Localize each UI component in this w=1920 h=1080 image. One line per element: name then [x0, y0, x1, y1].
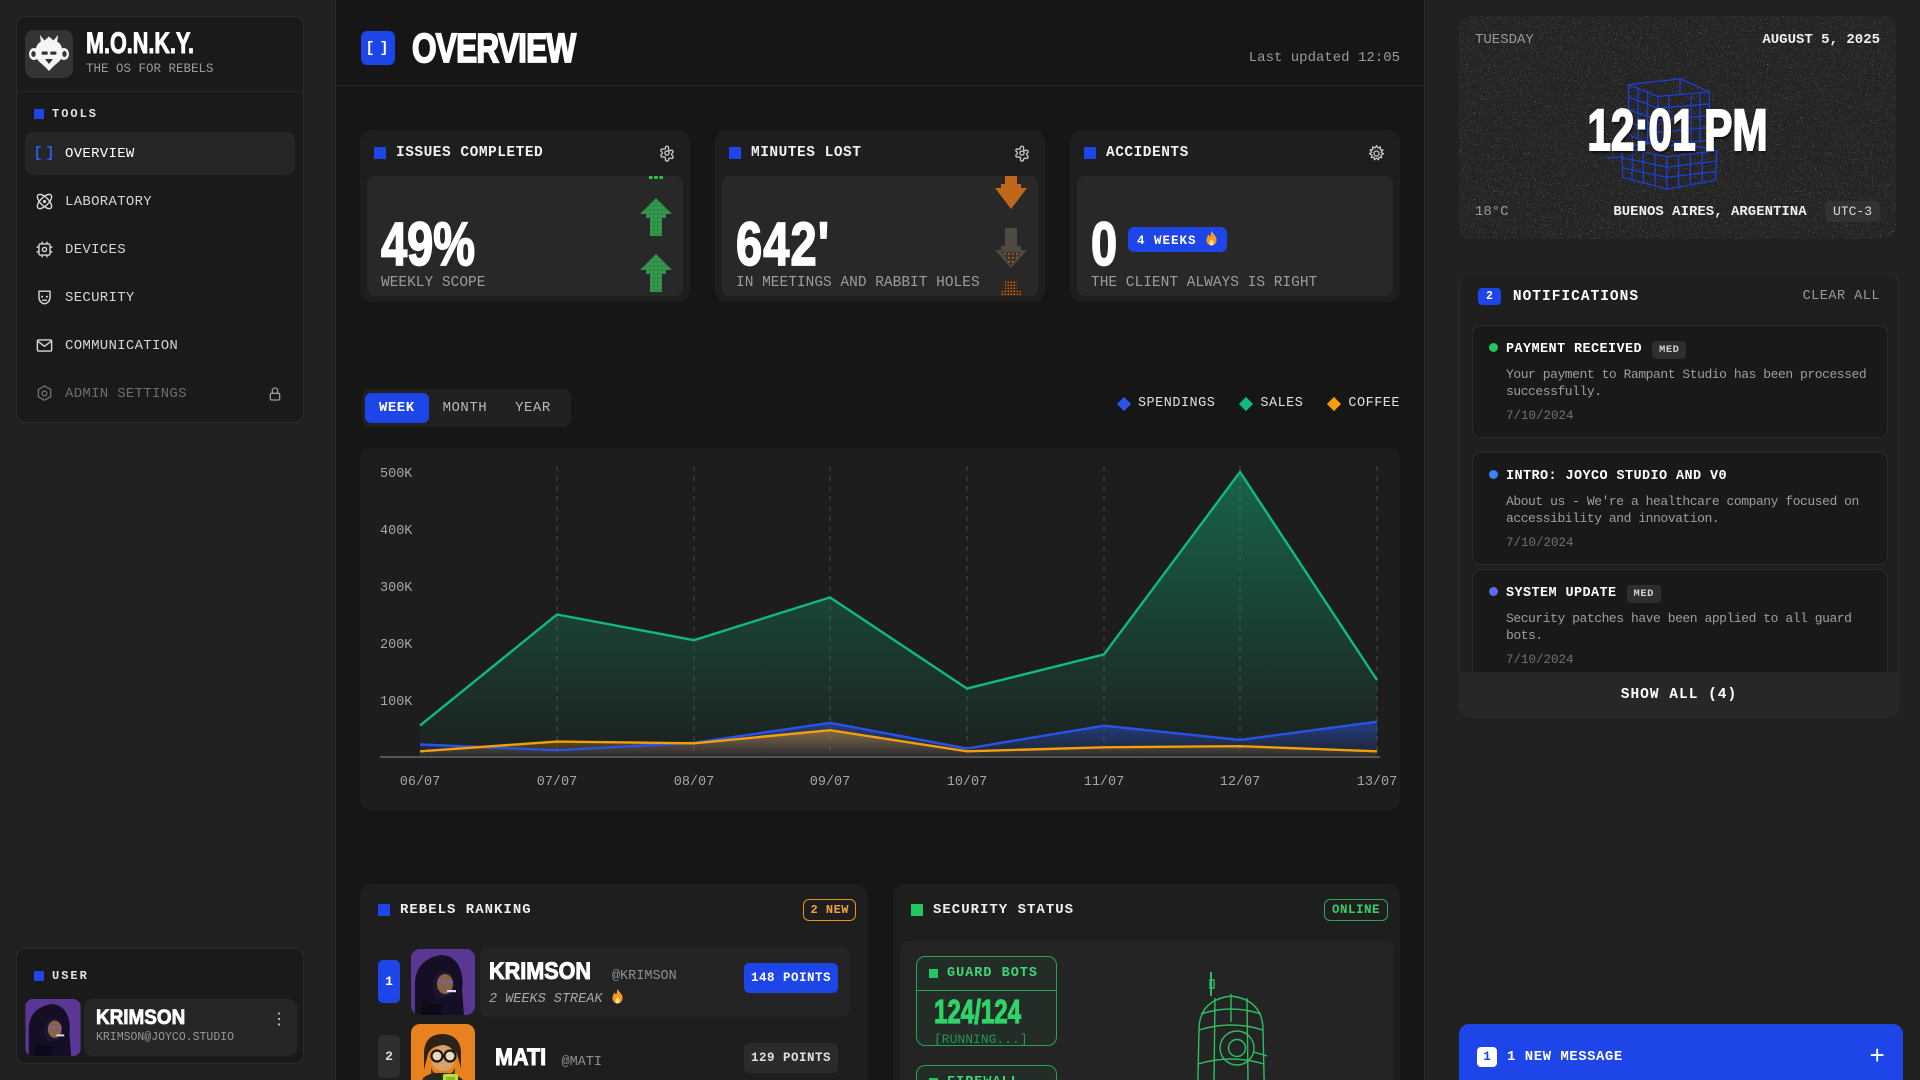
svg-text:11/07: 11/07	[1084, 775, 1125, 790]
svg-text:500K: 500K	[380, 467, 413, 482]
svg-text:300K: 300K	[380, 581, 413, 596]
svg-text:400K: 400K	[380, 524, 413, 539]
svg-text:07/07: 07/07	[537, 775, 578, 790]
svg-text:13/07: 13/07	[1357, 775, 1398, 790]
svg-text:100K: 100K	[380, 695, 413, 710]
svg-text:08/07: 08/07	[674, 775, 715, 790]
svg-text:12/07: 12/07	[1220, 775, 1261, 790]
svg-text:09/07: 09/07	[810, 775, 851, 790]
svg-text:200K: 200K	[380, 638, 413, 653]
svg-text:06/07: 06/07	[400, 775, 441, 790]
svg-text:10/07: 10/07	[947, 775, 988, 790]
